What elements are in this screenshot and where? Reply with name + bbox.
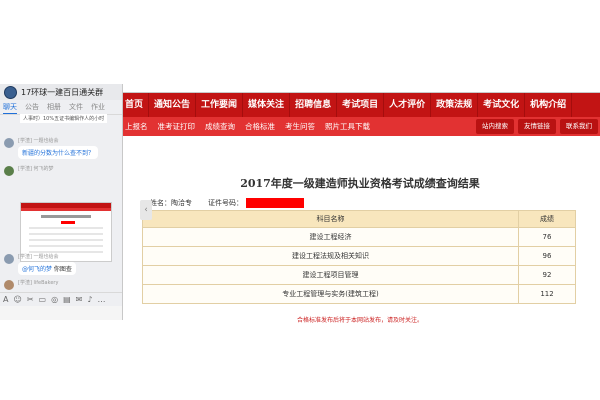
message-bubble: 新疆的分数为什么查不到？ — [18, 146, 99, 159]
message-list: 人事时）10%五证书编辑作人的小时 [学渣] 一题也给会 新疆的分数为什么查不到… — [0, 114, 122, 292]
group-avatar[interactable] — [4, 85, 17, 99]
nav-policies[interactable]: 政策法规 — [431, 93, 479, 117]
nav-media[interactable]: 媒体关注 — [243, 93, 291, 117]
score-table: 科目名称 成绩 建设工程经济 76 建设工程法规及相关知识 96 建设工程项目管… — [142, 210, 576, 304]
chat-toolbar: A ☺ ✂ ▭ ◎ ▤ ✉ ♪ … — [0, 292, 122, 307]
subnav-score-query[interactable]: 成绩查询 — [200, 117, 240, 136]
prev-arrow-icon[interactable]: ‹ — [140, 200, 152, 220]
name-value: 陶洽专 — [171, 199, 192, 207]
tab-announcement[interactable]: 公告 — [25, 102, 39, 112]
font-icon[interactable]: A — [3, 293, 8, 307]
subnav-registration[interactable]: 上报名 — [120, 117, 153, 136]
score-query-page: 首页 通知公告 工作要闻 媒体关注 招聘信息 考试项目 人才评价 政策法规 考试… — [120, 92, 600, 325]
image-icon[interactable]: ▤ — [63, 293, 71, 307]
table-row: 建设工程项目管理 92 — [142, 265, 576, 285]
contact-us-button[interactable]: 联系我们 — [560, 119, 598, 134]
more-icon[interactable]: … — [97, 293, 105, 307]
avatar[interactable] — [4, 166, 14, 176]
folder-icon[interactable]: ▭ — [39, 293, 47, 307]
nav-work-news[interactable]: 工作要闻 — [196, 93, 244, 117]
chat-window: 17环球一建百日通关群 聊天 公告 相册 文件 作业 人事时）10%五证书编辑作… — [0, 84, 123, 320]
chat-header: 17环球一建百日通关群 — [0, 84, 122, 100]
header-score: 成绩 — [518, 210, 576, 228]
list-item: [学渣] 一题也给会 @何飞的梦 你图查 — [4, 254, 76, 275]
subject-cell: 专业工程管理与实务(建筑工程) — [142, 284, 519, 304]
group-name: 17环球一建百日通关群 — [21, 87, 104, 97]
table-header-row: 科目名称 成绩 — [142, 210, 576, 228]
nav-exam-projects[interactable]: 考试项目 — [337, 93, 385, 117]
footnote: 合格标准发布后将于本网站发布，请及时关注。 — [296, 317, 423, 324]
id-label: 证件号码： — [208, 199, 243, 207]
chat-tabs: 聊天 公告 相册 文件 作业 — [0, 100, 122, 115]
candidate-info: 姓名： 陶洽专 证件号码： — [150, 198, 304, 208]
nav-about[interactable]: 机构介绍 — [525, 93, 573, 117]
tab-chat[interactable]: 聊天 — [3, 101, 17, 114]
header-subject: 科目名称 — [142, 210, 519, 228]
avatar[interactable] — [4, 138, 14, 148]
id-redaction — [246, 198, 304, 208]
main-nav-bar: 首页 通知公告 工作要闻 媒体关注 招聘信息 考试项目 人才评价 政策法规 考试… — [120, 93, 600, 117]
screenshot-thumbnail[interactable] — [20, 202, 112, 262]
subject-cell: 建设工程经济 — [142, 227, 519, 247]
table-row: 建设工程经济 76 — [142, 227, 576, 247]
friend-links-button[interactable]: 友情链接 — [518, 119, 556, 134]
list-item: [学渣] 一题也给会 新疆的分数为什么查不到？ — [4, 138, 99, 159]
sender-name: [学渣] 一题也给会 — [18, 138, 59, 144]
nav-exam-culture[interactable]: 考试文化 — [478, 93, 526, 117]
score-cell: 96 — [518, 246, 576, 266]
list-item: [学渣] 何飞的梦 — [4, 166, 54, 176]
tab-homework[interactable]: 作业 — [91, 102, 105, 112]
score-cell: 76 — [518, 227, 576, 247]
nav-home[interactable]: 首页 — [120, 93, 150, 117]
message-clip: 人事时）10%五证书编辑作人的小时 — [20, 114, 108, 123]
tab-files[interactable]: 文件 — [69, 102, 83, 112]
sender-name: [学渣] lifeBakery — [18, 280, 59, 286]
message-text: 你图查 — [52, 266, 72, 273]
camera-icon[interactable]: ◎ — [51, 293, 58, 307]
tab-album[interactable]: 相册 — [47, 102, 61, 112]
avatar[interactable] — [4, 280, 14, 290]
avatar[interactable] — [4, 254, 14, 264]
subnav-pass-standard[interactable]: 合格标准 — [240, 117, 280, 136]
subnav-photo-tool[interactable]: 照片工具下载 — [320, 117, 375, 136]
sender-name: [学渣] 何飞的梦 — [18, 166, 54, 172]
mention[interactable]: @何飞的梦 — [22, 266, 52, 273]
table-row: 专业工程管理与实务(建筑工程) 112 — [142, 284, 576, 304]
emoji-icon[interactable]: ☺ — [13, 293, 21, 307]
table-row: 建设工程法规及相关知识 96 — [142, 246, 576, 266]
sender-name: [学渣] 一题也给会 — [18, 254, 59, 260]
site-search-button[interactable]: 站内搜索 — [476, 119, 514, 134]
nav-recruitment[interactable]: 招聘信息 — [290, 93, 338, 117]
nav-notices[interactable]: 通知公告 — [149, 93, 197, 117]
message-bubble: @何飞的梦 你图查 — [18, 262, 76, 275]
mail-icon[interactable]: ✉ — [76, 293, 83, 307]
score-cell: 92 — [518, 265, 576, 285]
result-title: 2017年度一级建造师执业资格考试成绩查询结果 — [240, 177, 480, 190]
sub-nav-bar: 上报名 准考证打印 成绩查询 合格标准 考生问答 照片工具下载 站内搜索 友情链… — [120, 117, 600, 136]
list-item: [学渣] lifeBakery — [4, 280, 58, 290]
name-label: 姓名： — [150, 199, 171, 207]
subject-cell: 建设工程法规及相关知识 — [142, 246, 519, 266]
score-cell: 112 — [518, 284, 576, 304]
subnav-candidate-qa[interactable]: 考生问答 — [280, 117, 320, 136]
chat-input[interactable] — [0, 306, 122, 320]
audio-icon[interactable]: ♪ — [87, 293, 92, 307]
subnav-admission-ticket[interactable]: 准考证打印 — [153, 117, 201, 136]
scissors-icon[interactable]: ✂ — [27, 293, 34, 307]
subject-cell: 建设工程项目管理 — [142, 265, 519, 285]
nav-talent-evaluation[interactable]: 人才评价 — [384, 93, 432, 117]
